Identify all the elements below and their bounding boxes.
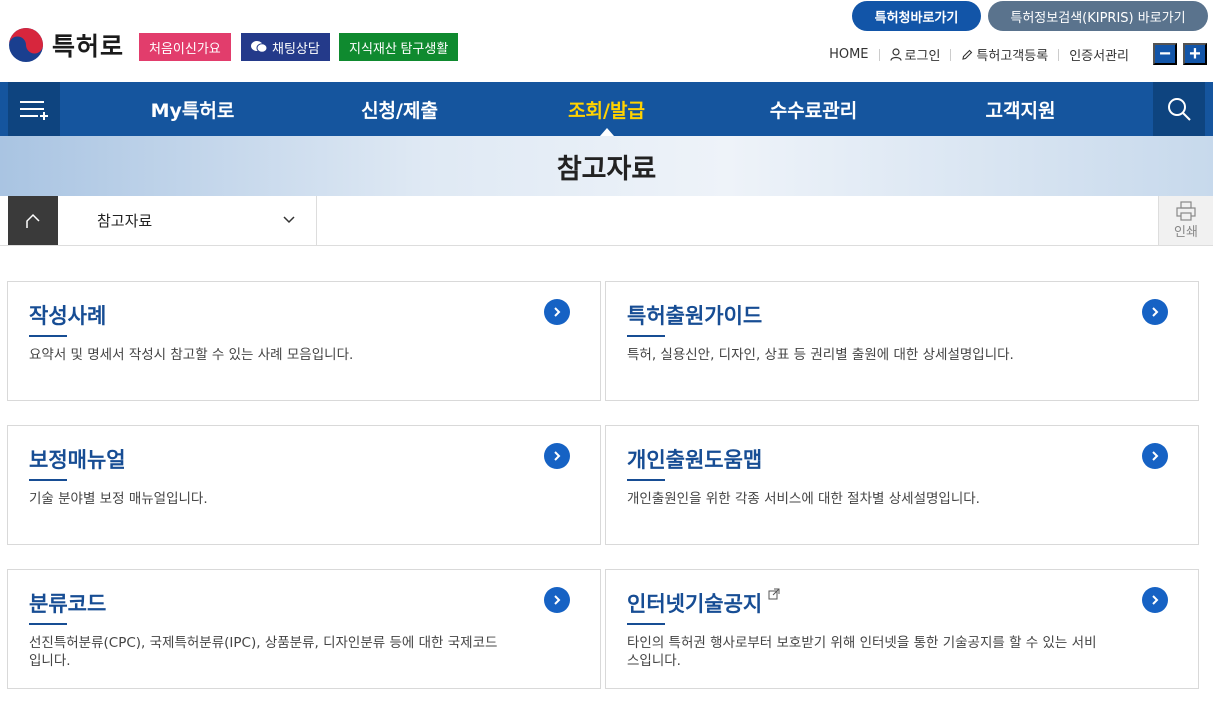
card-description: 선진특허분류(CPC), 국제특허분류(IPC), 상품분류, 디자인분류 등에… [29, 635, 498, 669]
login-label: 로그인 [904, 49, 941, 64]
card-title: 특허출원가이드 [627, 304, 763, 328]
title-underline [627, 479, 665, 481]
page-title: 참고자료 [556, 153, 657, 185]
cert-link[interactable]: 인증서관리 [1069, 45, 1129, 64]
title-underline [627, 623, 665, 625]
main-nav: My특허로 신청/제출 조회/발급 수수료관리 고객지원 [0, 82, 1213, 136]
card-title: 보정매뉴얼 [29, 448, 126, 472]
search-icon [1168, 98, 1191, 121]
menu-icon [20, 101, 48, 120]
page-banner: 참고자료 [0, 136, 1213, 196]
card-title: 분류코드 [29, 592, 107, 616]
card-application-guide[interactable]: 특허출원가이드 특허, 실용신안, 디자인, 상표 등 권리별 출원에 대한 상… [605, 281, 1199, 401]
chat-consult-label: 채팅상담 [272, 40, 320, 56]
card-title: 작성사례 [29, 304, 107, 328]
register-label: 특허고객등록 [976, 49, 1049, 64]
nav-my-patent[interactable]: My특허로 [115, 82, 270, 136]
chevron-right-icon [1152, 307, 1159, 317]
card-description: 타인의 특허권 행사로부터 보호받기 위해 인터넷을 통한 기술공지를 할 수 … [627, 635, 1097, 669]
home-link[interactable]: HOME [829, 47, 868, 62]
title-underline [29, 623, 67, 625]
print-button[interactable]: 인쇄 [1158, 196, 1213, 245]
print-label: 인쇄 [1174, 225, 1198, 240]
card-title: 인터넷기술공지 [627, 592, 763, 616]
card-writing-examples[interactable]: 작성사례 요약서 및 명세서 작성시 참고할 수 있는 사례 모음입니다. [7, 281, 601, 401]
card-classification-codes[interactable]: 분류코드 선진특허분류(CPC), 국제특허분류(IPC), 상품분류, 디자인… [7, 569, 601, 689]
zoom-out-button[interactable]: − [1153, 43, 1177, 65]
ip-life-button[interactable]: 지식재산 탐구생활 [339, 33, 459, 61]
chevron-right-icon [554, 451, 561, 461]
card-internet-disclosure[interactable]: 인터넷기술공지 타인의 특허권 행사로부터 보호받기 위해 인터넷을 통한 기술… [605, 569, 1199, 689]
site-header: 특허로 처음이신가요 채팅상담 지식재산 탐구생활 특허청바로가기 특허정보검색… [0, 0, 1213, 82]
nav-apply-submit[interactable]: 신청/제출 [322, 82, 477, 136]
chat-consult-button[interactable]: 채팅상담 [241, 33, 330, 61]
go-button[interactable] [544, 587, 570, 613]
nav-inquiry-issue[interactable]: 조회/발급 [529, 82, 684, 136]
card-description: 개인출원인을 위한 각종 서비스에 대한 절차별 상세설명입니다. [627, 491, 980, 507]
kipris-link[interactable]: 특허정보검색(KIPRIS) 바로가기 [988, 1, 1208, 31]
external-link-icon [768, 588, 780, 600]
user-icon [889, 48, 902, 61]
card-description: 요약서 및 명세서 작성시 참고할 수 있는 사례 모음입니다. [29, 347, 354, 363]
card-title-wrap: 인터넷기술공지 [627, 588, 780, 618]
chevron-right-icon [1152, 595, 1159, 605]
title-underline [29, 479, 67, 481]
kipo-link[interactable]: 특허청바로가기 [852, 1, 981, 31]
divider [1058, 48, 1060, 61]
card-title: 개인출원도움맵 [627, 448, 763, 472]
breadcrumb: 참고자료 인쇄 [0, 196, 1213, 246]
utility-links: HOME 로그인 특허고객등록 인증서관리 [829, 45, 1129, 64]
card-description: 특허, 실용신안, 디자인, 상표 등 권리별 출원에 대한 상세설명입니다. [627, 347, 1014, 363]
title-underline [29, 335, 67, 337]
go-button[interactable] [1142, 299, 1168, 325]
zoom-in-button[interactable]: + [1183, 43, 1207, 65]
divider [950, 48, 952, 61]
nav-fee-management[interactable]: 수수료관리 [736, 82, 891, 136]
go-button[interactable] [1142, 587, 1168, 613]
all-menu-button[interactable] [8, 82, 60, 136]
search-button[interactable] [1153, 82, 1205, 136]
pencil-icon [962, 49, 973, 60]
card-amendment-manual[interactable]: 보정매뉴얼 기술 분야별 보정 매뉴얼입니다. [7, 425, 601, 545]
breadcrumb-current: 참고자료 [97, 212, 153, 230]
go-button[interactable] [544, 299, 570, 325]
chevron-down-icon [283, 216, 295, 224]
card-individual-help-map[interactable]: 개인출원도움맵 개인출원인을 위한 각종 서비스에 대한 절차별 상세설명입니다… [605, 425, 1199, 545]
home-button[interactable] [8, 196, 58, 245]
first-visit-button[interactable]: 처음이신가요 [139, 33, 231, 61]
card-description: 기술 분야별 보정 매뉴얼입니다. [29, 491, 208, 507]
breadcrumb-select[interactable]: 참고자료 [58, 196, 317, 245]
chat-bubble-icon [251, 41, 267, 53]
chevron-right-icon [554, 307, 561, 317]
logo-text: 특허로 [52, 32, 125, 61]
title-underline [627, 335, 665, 337]
chevron-right-icon [554, 595, 561, 605]
login-link[interactable]: 로그인 [889, 45, 941, 64]
printer-icon [1176, 201, 1196, 221]
nav-customer-support[interactable]: 고객지원 [943, 82, 1098, 136]
home-icon [26, 213, 40, 228]
go-button[interactable] [1142, 443, 1168, 469]
logo[interactable]: 특허로 [8, 27, 124, 63]
register-link[interactable]: 특허고객등록 [961, 45, 1048, 64]
divider [878, 48, 880, 61]
chevron-right-icon [1152, 451, 1159, 461]
taegeuk-logo-icon [9, 28, 43, 62]
go-button[interactable] [544, 443, 570, 469]
